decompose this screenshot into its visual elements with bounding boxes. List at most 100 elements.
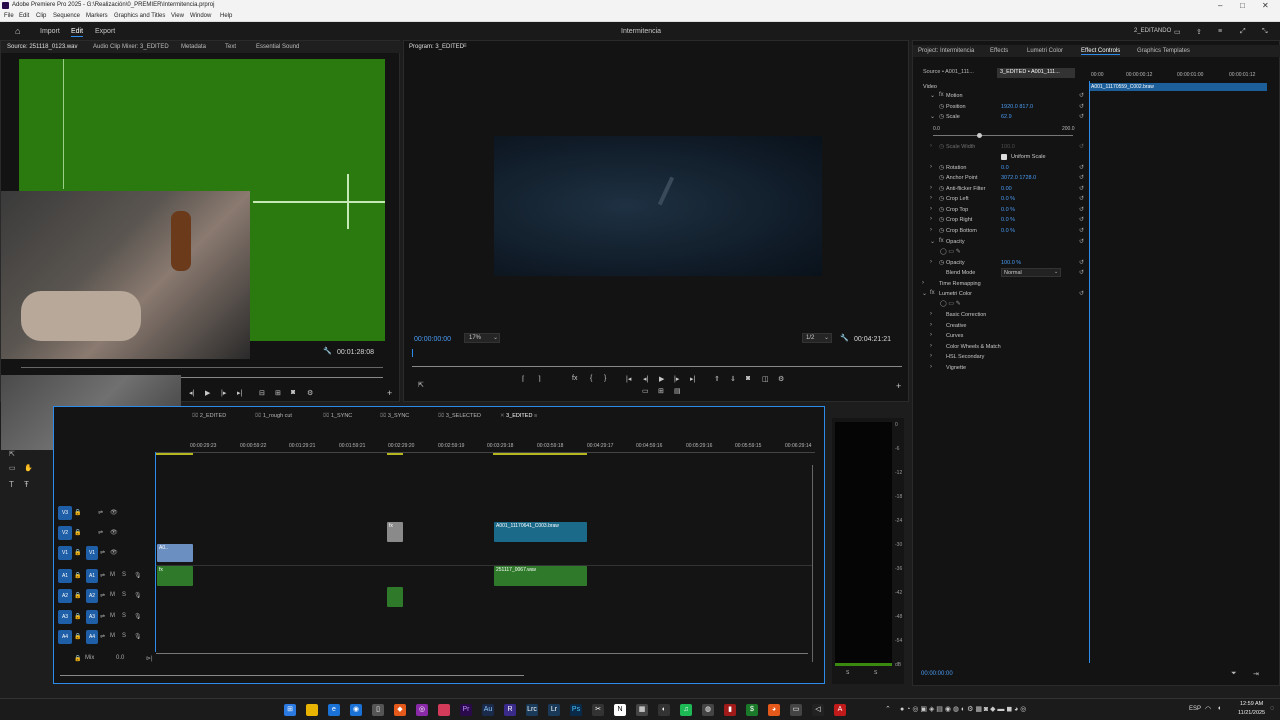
type-tool-icon[interactable]: T <box>9 480 14 489</box>
audio-clip-a2[interactable] <box>387 587 403 607</box>
program-zoom-bar[interactable] <box>412 366 902 367</box>
timeline-vscroll[interactable] <box>812 465 813 662</box>
ec-row-anti-flicker[interactable]: › ◷ Anti-flicker Filter 0.00 ↺ <box>922 184 1087 194</box>
marker-icon[interactable]: ⇱ <box>418 381 424 389</box>
insert-icon[interactable]: ⊟ <box>259 389 265 397</box>
ec-row-rotation[interactable]: › ◷ Rotation 0.0 ↺ <box>922 163 1087 173</box>
ec-row-anchor-point[interactable]: ◷ Anchor Point 3072.0 1728.0 ↺ <box>922 173 1087 183</box>
browser-icon[interactable]: e <box>328 704 340 716</box>
ec-row-basic-correction[interactable]: › Basic Correction <box>922 310 1087 320</box>
timeline-ruler[interactable]: 00:00:29:23 00:00:59:22 00:01:29:21 00:0… <box>155 440 815 456</box>
steam-icon[interactable]: ◍ <box>702 704 714 716</box>
tab-text[interactable]: Text <box>225 44 236 50</box>
share-icon[interactable]: ⇪ <box>1196 28 1202 36</box>
files-icon[interactable]: ▯ <box>372 704 384 716</box>
ec-row-opacity[interactable]: › ◷ Opacity 100.0 % ↺ <box>922 258 1087 268</box>
ec-row-curves[interactable]: › Curves <box>922 331 1087 341</box>
audio-clip-251117[interactable]: 251117_0067.wav <box>494 566 587 586</box>
menu-help[interactable]: Help <box>220 13 232 19</box>
menu-graphics[interactable]: Graphics and Titles <box>114 13 165 19</box>
video-clip[interactable]: fx <box>387 522 403 542</box>
tray-icons[interactable]: ● ◔ ◎ ▣ ◈ ▤ ◉ ◍ ◐ ⚙ ▦ ◙ ◆ ▬ ◼ ◕ ◎ <box>900 705 1026 713</box>
audio-clip-a1-left[interactable]: fx <box>157 566 193 586</box>
resolve-icon[interactable]: R <box>504 704 516 716</box>
app-green-icon[interactable]: $ <box>746 704 758 716</box>
program-timecode[interactable]: 00:00:00:00 <box>414 336 451 343</box>
tool-icon[interactable]: ✂ <box>592 704 604 716</box>
tab-essential-sound[interactable]: Essential Sound <box>256 44 299 50</box>
ec-row-crop-left[interactable]: › ◷ Crop Left 0.0 % ↺ <box>922 194 1087 204</box>
uniform-scale-checkbox[interactable] <box>1001 154 1007 160</box>
ec-row-crop-bottom[interactable]: › ◷ Crop Bottom 0.0 % ↺ <box>922 226 1087 236</box>
panel-menu-icon[interactable]: ≡ <box>463 43 467 49</box>
caption-tool-icon[interactable]: Ŧ <box>24 480 29 489</box>
seq-tab-3-selected[interactable]: ⌧ 3_SELECTED <box>438 413 481 419</box>
safe-margins-icon[interactable]: ▭ <box>642 387 649 395</box>
lightroom-icon[interactable]: Lr <box>548 704 560 716</box>
tab-lumetri[interactable]: Lumetri Color <box>1027 48 1063 54</box>
video-clip-v1[interactable]: A0.. <box>157 544 193 562</box>
ec-row-position[interactable]: ◷ Position 1920.0 817.0 ↺ <box>922 102 1087 112</box>
ec-row-time-remapping[interactable]: › Time Remapping <box>922 279 1087 289</box>
premiere-icon[interactable]: Pr <box>460 704 472 716</box>
workspace-name[interactable]: 2_EDITANDO <box>1134 28 1171 34</box>
app-icon[interactable] <box>438 704 450 716</box>
menu-icon[interactable]: ≡ <box>1218 28 1222 35</box>
folder-icon[interactable] <box>306 704 318 716</box>
tab-audio-mixer[interactable]: Audio Clip Mixer: 3_EDITED <box>93 44 169 50</box>
step-forward-icon[interactable]: |▸ <box>221 389 226 397</box>
chrome-icon[interactable]: ◉ <box>350 704 362 716</box>
source-scrubber[interactable] <box>21 367 383 368</box>
ec-row-vignette[interactable]: › Vignette <box>922 363 1087 373</box>
seq-tab-3-sync[interactable]: ⌧ 3_SYNC <box>380 413 409 419</box>
scale-slider[interactable] <box>933 133 1073 138</box>
tab-source[interactable]: Source: 251118_0123.wav <box>7 44 78 50</box>
go-to-in-icon[interactable]: |◂ <box>626 375 631 383</box>
export-icon[interactable]: ⇥ <box>1253 670 1259 678</box>
wrench-icon[interactable]: 🔧 <box>840 334 849 342</box>
multicam-icon[interactable]: ⊞ <box>658 387 664 395</box>
fullscreen-icon[interactable]: ⤢ <box>1240 28 1246 36</box>
out-point-icon[interactable]: } <box>604 375 606 382</box>
clock-date[interactable]: 11/21/2025 <box>1238 710 1265 716</box>
track-a3[interactable]: A3 🔒 A3 ⇌ M S 🎙 <box>58 610 154 624</box>
source-clip-tab[interactable]: Source • A001_111... <box>923 69 993 79</box>
settings-icon[interactable]: ⚙ <box>307 389 313 397</box>
playhead[interactable] <box>412 349 413 357</box>
wifi-icon[interactable]: ◠ <box>1205 705 1211 713</box>
notion-icon[interactable]: N <box>614 704 626 716</box>
collapse-icon[interactable]: ⤡ <box>1262 28 1268 36</box>
terminal-icon[interactable]: ▭ <box>790 704 802 716</box>
add-button[interactable]: + <box>896 381 901 391</box>
timeline-hscroll[interactable] <box>60 675 524 676</box>
selection-tool-icon[interactable]: ⇱ <box>9 450 15 458</box>
extract-icon[interactable]: ⇓ <box>730 375 736 383</box>
menu-view[interactable]: View <box>171 13 184 19</box>
timeline-playhead[interactable] <box>155 452 156 652</box>
tab-project[interactable]: Project: Intermitencia <box>918 48 974 54</box>
ec-row-lumetri[interactable]: ⌄ fx Lumetri Color ↺ <box>922 289 1087 299</box>
track-v3[interactable]: V3 🔒 ⇌ 👁 <box>58 506 154 520</box>
tab-graphics-templates[interactable]: Graphics Templates <box>1137 48 1190 54</box>
play-icon[interactable]: ▶ <box>659 375 664 383</box>
step-back-icon[interactable]: ◂| <box>189 389 194 397</box>
track-a2[interactable]: A2 🔒 A2 ⇌ M S 🎙 <box>58 589 154 603</box>
add-button[interactable]: + <box>387 388 392 398</box>
ec-timecode[interactable]: 00:00:00:00 <box>921 671 953 677</box>
minimize-icon[interactable]: – <box>1218 1 1222 10</box>
tray-chevron-icon[interactable]: ⌃ <box>885 705 891 713</box>
menu-sequence[interactable]: Sequence <box>53 13 80 19</box>
ec-row-scale[interactable]: ⌄ ◷ Scale 62.9 ↺ <box>922 112 1087 122</box>
tab-edit[interactable]: Edit <box>71 28 84 37</box>
windows-start-icon[interactable]: ⊞ <box>284 704 296 716</box>
vr-icon[interactable]: ▤ <box>674 387 681 395</box>
menu-clip[interactable]: Clip <box>36 13 46 19</box>
blend-mode-select[interactable]: Normal ⌄ <box>1001 268 1061 277</box>
audition-icon[interactable]: Au <box>482 704 494 716</box>
play-icon[interactable]: ▶ <box>205 389 210 397</box>
menu-markers[interactable]: Markers <box>86 13 108 19</box>
tab-import[interactable]: Import <box>40 28 60 35</box>
source-timecode[interactable]: 00:01:28:08 <box>337 349 374 356</box>
seq-tab-2-edited[interactable]: ⌧ 2_EDITED <box>192 413 226 419</box>
filter-icon[interactable]: ⏷ <box>1231 670 1237 678</box>
